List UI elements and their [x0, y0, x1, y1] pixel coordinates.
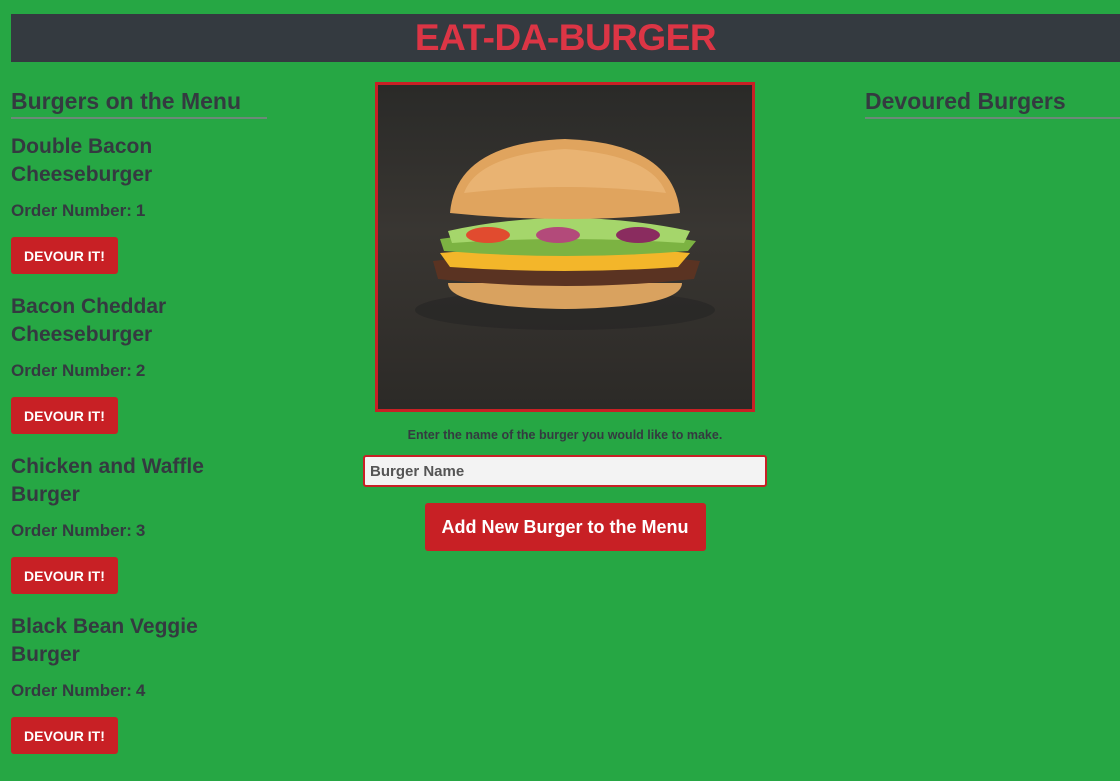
- order-number-label: Order Number:: [11, 681, 132, 700]
- burger-photo: [375, 82, 755, 412]
- page-header: EAT-DA-BURGER: [11, 14, 1120, 62]
- devour-button[interactable]: DEVOUR IT!: [11, 717, 118, 754]
- menu-heading: Burgers on the Menu: [11, 88, 267, 119]
- burger-name: Black Bean Veggie Burger: [11, 615, 198, 666]
- order-number-label: Order Number:: [11, 521, 132, 540]
- devoured-column: Devoured Burgers: [865, 88, 1120, 133]
- order-number: Order Number: 3: [11, 521, 267, 541]
- list-item: Double Bacon Cheeseburger Order Number: 1…: [11, 133, 267, 274]
- order-number-value: 3: [135, 521, 146, 540]
- burger-name-input[interactable]: [363, 455, 767, 487]
- order-number-label: Order Number:: [11, 361, 132, 380]
- list-item: Bacon Cheddar Cheeseburger Order Number:…: [11, 293, 267, 434]
- add-burger-button[interactable]: Add New Burger to the Menu: [424, 503, 706, 551]
- devour-button[interactable]: DEVOUR IT!: [11, 237, 118, 274]
- order-number: Order Number: 2: [11, 361, 267, 381]
- order-number: Order Number: 1: [11, 201, 267, 221]
- order-number-value: 2: [135, 361, 146, 380]
- order-number: Order Number: 4: [11, 681, 267, 701]
- list-item: Chicken and Waffle Burger Order Number: 3…: [11, 453, 267, 594]
- order-number-value: 1: [135, 201, 146, 220]
- devour-button[interactable]: DEVOUR IT!: [11, 557, 118, 594]
- order-number-value: 4: [135, 681, 146, 700]
- order-number-label: Order Number:: [11, 201, 132, 220]
- form-helper-text: Enter the name of the burger you would l…: [407, 428, 723, 442]
- devour-button[interactable]: DEVOUR IT!: [11, 397, 118, 434]
- new-burger-form: Enter the name of the burger you would l…: [363, 82, 767, 551]
- devoured-heading: Devoured Burgers: [865, 88, 1120, 119]
- burger-name: Double Bacon Cheeseburger: [11, 135, 153, 186]
- page-title: EAT-DA-BURGER: [414, 17, 717, 58]
- burger-photo-icon: [415, 139, 715, 330]
- burger-list: Double Bacon Cheeseburger Order Number: 1…: [11, 133, 267, 754]
- burger-name: Bacon Cheddar Cheeseburger: [11, 295, 167, 346]
- menu-column: Burgers on the Menu Double Bacon Cheeseb…: [11, 88, 267, 773]
- burger-name: Chicken and Waffle Burger: [11, 455, 204, 506]
- list-item: Black Bean Veggie Burger Order Number: 4 …: [11, 613, 267, 754]
